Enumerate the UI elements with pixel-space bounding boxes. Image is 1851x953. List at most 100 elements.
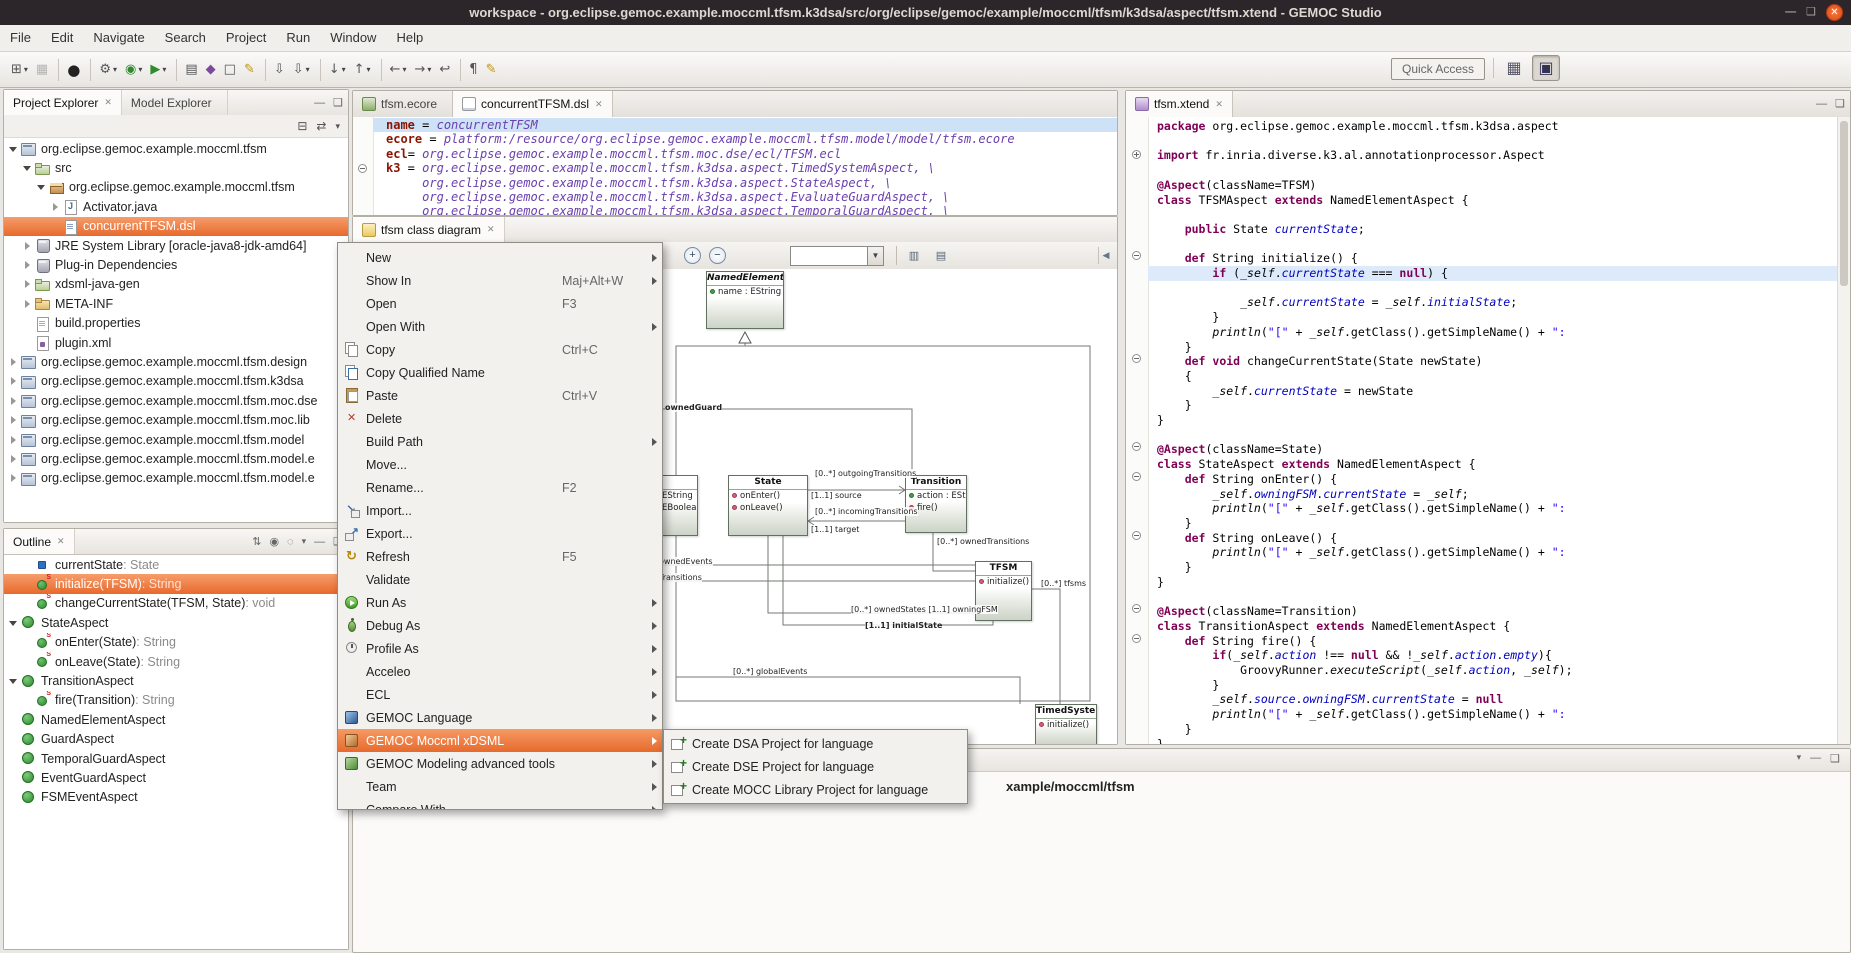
editor-tab[interactable]: tfsm.ecore [353,91,453,117]
toolbar-button[interactable]: ▾ [460,59,461,81]
menu-item[interactable]: GEMOC Language [338,706,662,729]
view-menu-icon[interactable]: ▾ [335,121,340,132]
toolbar-button[interactable]: ↩▾ [436,58,453,82]
tree-item[interactable]: Plug-in Dependencies [4,255,348,274]
class-node-transition[interactable]: Transition action : EString fire() [905,475,967,533]
class-operation[interactable]: onLeave() [729,502,807,514]
toolbar-button[interactable]: ←▾ [387,58,410,82]
dropdown-arrow-icon[interactable]: ▾ [306,65,310,74]
toolbar-button[interactable]: ▾ [381,59,382,81]
toolbar-button[interactable]: ▦▾ [33,58,51,82]
tree-item[interactable]: src [4,158,348,177]
expand-arrow-icon[interactable] [23,637,33,647]
class-node-timedsystem[interactable]: TimedSystem initialize() [1035,704,1097,744]
tree-item[interactable]: org.eclipse.gemoc.example.moccml.tfsm [4,139,348,158]
expand-arrow-icon[interactable] [51,221,61,231]
menu-item[interactable]: Run As [338,591,662,614]
tree-item[interactable]: xdsml-java-gen [4,275,348,294]
expand-arrow-icon[interactable] [9,473,19,483]
class-attribute[interactable]: name : EString [707,286,783,298]
combo-arrow-icon[interactable]: ▼ [867,247,883,265]
outline-item[interactable]: onLeave(State) : String [4,652,348,671]
class-node-state[interactable]: State onEnter() onLeave() [728,475,808,536]
menu-item[interactable]: Export... [338,522,662,545]
dropdown-arrow-icon[interactable]: ▾ [162,65,166,74]
tree-item[interactable]: concurrentTFSM.dsl [4,217,348,236]
view-tab[interactable]: Model Explorer [122,90,228,115]
tab-close-icon[interactable]: ✕ [487,224,495,235]
quick-access-button[interactable]: Quick Access [1391,58,1485,80]
fold-marker-icon[interactable] [1132,354,1141,363]
menubar-item[interactable]: File [0,25,41,51]
panel-maximize-icon[interactable]: ❑ [333,96,343,109]
menu-item[interactable]: Acceleo [338,660,662,683]
class-operation[interactable]: onEnter() [729,490,807,502]
menubar-item[interactable]: Search [155,25,216,51]
expand-arrow-icon[interactable] [23,579,33,589]
tree-item[interactable]: build.properties [4,314,348,333]
menu-item[interactable]: Validate [338,568,662,591]
menu-item[interactable]: Move... [338,453,662,476]
menubar-item[interactable]: Help [386,25,433,51]
tree-item[interactable]: org.eclipse.gemoc.example.moccml.tfsm.mo… [4,430,348,449]
dropdown-arrow-icon[interactable]: ▾ [342,65,346,74]
menu-item[interactable]: RefreshF5 [338,545,662,568]
expand-arrow-icon[interactable] [23,560,33,570]
menu-item[interactable]: OpenF3 [338,292,662,315]
menu-item[interactable]: Rename...F2 [338,476,662,499]
toolbar-button[interactable]: ◉▾ [122,58,145,82]
link-with-editor-icon[interactable]: ⇄ [316,119,326,133]
zoom-in-icon[interactable]: + [684,247,701,264]
outline-item[interactable]: currentState : State [4,555,348,574]
dropdown-arrow-icon[interactable]: ▾ [138,65,142,74]
export-diagram-icon[interactable]: ▥ [904,247,924,266]
tree-item[interactable]: org.eclipse.gemoc.example.moccml.tfsm.mo… [4,391,348,410]
fold-marker-icon[interactable] [1132,150,1141,159]
dropdown-arrow-icon[interactable]: ▾ [402,65,406,74]
dsl-code[interactable]: name = concurrentTFSM ecore = platform:/… [373,117,1117,215]
toolbar-button[interactable]: ⚙▾ [96,58,120,82]
sort-icon[interactable]: ⇅ [252,535,261,548]
view-menu-icon[interactable]: ▾ [1797,752,1802,765]
outline-item[interactable]: onEnter(State) : String [4,633,348,652]
menu-item[interactable]: CopyCtrl+C [338,338,662,361]
panel-minimize-icon[interactable]: — [314,536,325,548]
outline-item[interactable]: GuardAspect [4,730,348,749]
submenu-item[interactable]: Create DSE Project for language [664,755,967,778]
toolbar-button[interactable]: ⇩▾ [290,58,313,82]
toolbar-button[interactable]: ●▾ [64,58,83,82]
outline-item[interactable]: fire(Transition) : String [4,691,348,710]
editor-tab[interactable]: concurrentTFSM.dsl✕ [453,91,613,117]
expand-arrow-icon[interactable] [9,415,19,425]
expand-arrow-icon[interactable] [9,357,19,367]
expand-arrow-icon[interactable] [9,676,19,686]
expand-arrow-icon[interactable] [9,618,19,628]
perspective-button[interactable]: ▣ [1532,55,1560,81]
toolbar-button[interactable]: ✎▾ [241,58,258,82]
menu-item[interactable]: GEMOC Modeling advanced tools [338,752,662,775]
toolbar-button[interactable]: ▾ [176,59,177,81]
close-icon[interactable]: ✕ [1826,4,1843,21]
menu-item[interactable]: Compare With [338,798,662,810]
toolbar-button[interactable]: □▾ [221,58,239,82]
fold-marker-icon[interactable] [1132,634,1141,643]
menu-item[interactable]: New [338,246,662,269]
dropdown-arrow-icon[interactable]: ▾ [427,65,431,74]
menu-item[interactable]: PasteCtrl+V [338,384,662,407]
xtend-editor[interactable]: package org.eclipse.gemoc.example.moccml… [1126,117,1850,744]
expand-arrow-icon[interactable] [9,376,19,386]
toolbar-button[interactable]: ▤▾ [182,58,200,82]
fold-marker-icon[interactable] [358,164,367,173]
menubar-item[interactable]: Window [320,25,386,51]
expand-arrow-icon[interactable] [9,454,19,464]
menubar-item[interactable]: Edit [41,25,83,51]
expand-arrow-icon[interactable] [9,435,19,445]
expand-arrow-icon[interactable] [51,202,61,212]
menu-item[interactable]: GEMOC Moccml xDSML [338,729,662,752]
menu-item[interactable]: Open With [338,315,662,338]
panel-minimize-icon[interactable]: — [1816,98,1827,110]
toolbar-button[interactable]: ⇩▾ [271,58,288,82]
expand-arrow-icon[interactable] [23,279,33,289]
palette-collapse-icon[interactable]: ◀ [1098,247,1113,264]
toolbar-button[interactable]: ▶▾ [147,58,169,82]
